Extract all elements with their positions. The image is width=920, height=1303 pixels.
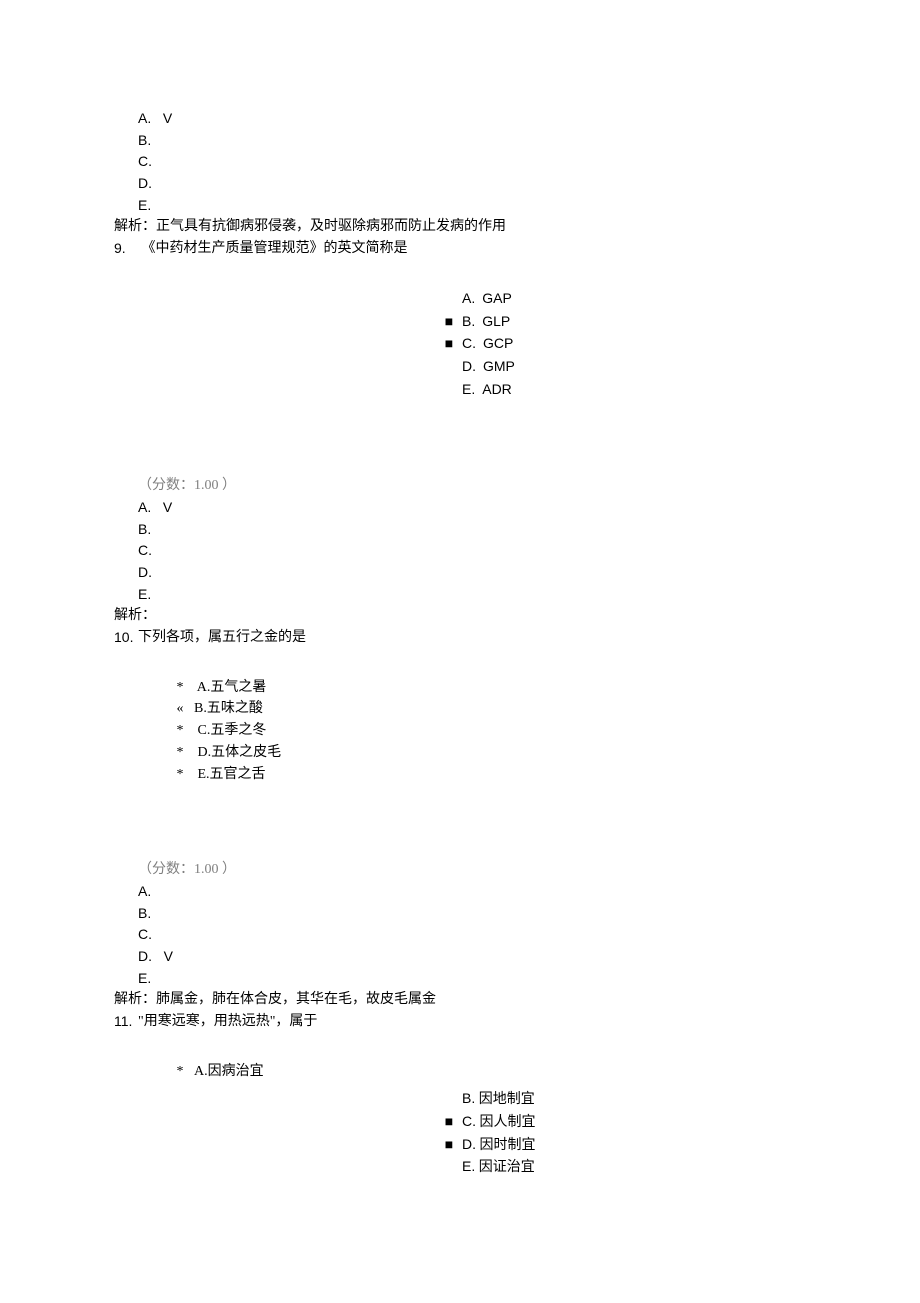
square-bullet-icon: ■ [436,334,462,356]
option-d: * D.五体之皮毛 [166,742,920,764]
question-number: 11. [114,1011,138,1033]
option-a: *A.因病治宜 [166,1061,920,1083]
question-10-options: * A.五气之暑 «B.五味之酸 * C.五季之冬 * D.五体之皮毛 * E.… [166,677,920,785]
answer-option-e: E. [0,195,920,217]
square-bullet-icon: ■ [436,1112,462,1134]
question-11: 11."用寒远寒，用热远热"，属于 [0,1011,920,1033]
question-10: 10.下列各项，属五行之金的是 [0,627,920,649]
question-number: 10. [114,627,138,649]
question-text: "用寒远寒，用热远热"，属于 [138,1014,317,1029]
answer-option-d: D. V [0,946,920,968]
answer-option-c: C. [0,924,920,946]
option-c: ■C. 因人制宜 [436,1111,920,1134]
option-c: * C.五季之冬 [166,720,920,742]
explanation: 解析： [0,605,920,627]
square-bullet-icon: ■ [436,1135,462,1157]
answer-option-c: C. [0,151,920,173]
question-11-options: B. 因地制宜 ■C. 因人制宜 ■D. 因时制宜 E. 因证治宜 [436,1088,920,1179]
explanation: 解析：肺属金，肺在体合皮，其华在毛，故皮毛属金 [0,989,920,1011]
option-e: E. ADR [436,379,920,402]
answer-option-a: A. [0,881,920,903]
explanation: 解析：正气具有抗御病邪侵袭，及时驱除病邪而防止发病的作用 [0,216,920,238]
option-c: ■C. GCP [436,333,920,356]
answer-option-d: D. [0,173,920,195]
answer-option-e: E. [0,584,920,606]
score-label: （分数：1.00 ） [0,859,920,881]
option-d: ■D. 因时制宜 [436,1134,920,1157]
answer-option-c: C. [0,540,920,562]
answer-option-d: D. [0,562,920,584]
question-text: 下列各项，属五行之金的是 [138,630,306,645]
option-d: D. GMP [436,356,920,379]
question-11-option-a: *A.因病治宜 [166,1061,920,1083]
question-9-options: A. GAP ■B. GLP ■C. GCP D. GMP E. ADR [436,288,920,401]
option-e: E. 因证治宜 [436,1156,920,1179]
answer-option-a: A. V [0,497,920,519]
question-9: 9. 《中药材生产质量管理规范》的英文简称是 [0,238,920,260]
option-b: B. 因地制宜 [436,1088,920,1111]
question-number: 9. [114,238,138,260]
option-b: «B.五味之酸 [166,698,920,720]
square-bullet-icon: ■ [436,312,462,334]
option-e: * E.五官之舌 [166,764,920,786]
option-a: * A.五气之暑 [166,677,920,699]
answer-option-e: E. [0,968,920,990]
answer-option-b: B. [0,903,920,925]
option-a: A. GAP [436,288,920,311]
answer-option-a: A. V [0,108,920,130]
option-b: ■B. GLP [436,311,920,334]
question-text: 《中药材生产质量管理规范》的英文简称是 [138,241,408,256]
score-label: （分数：1.00 ） [0,475,920,497]
answer-option-b: B. [0,130,920,152]
answer-option-b: B. [0,519,920,541]
